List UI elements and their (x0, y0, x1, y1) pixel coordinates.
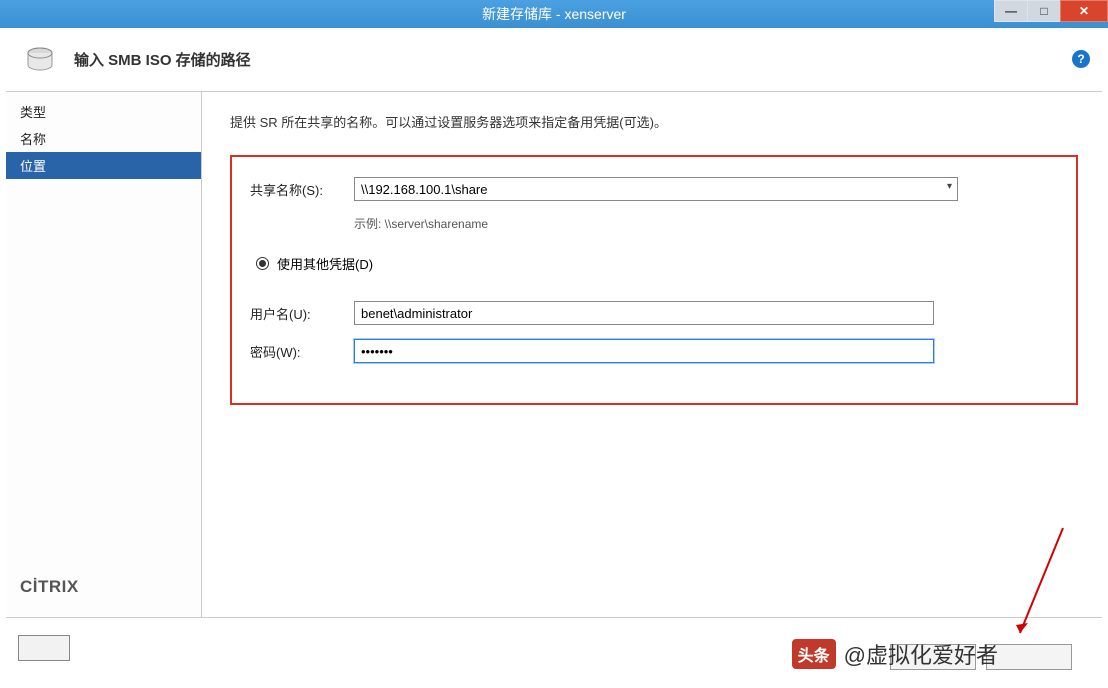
instruction-text: 提供 SR 所在共享的名称。可以通过设置服务器选项来指定备用凭据(可选)。 (230, 112, 1078, 131)
footer-button-1[interactable] (890, 644, 976, 670)
password-label: 密码(W): (250, 342, 354, 361)
username-row: 用户名(U): (250, 301, 1058, 325)
username-input[interactable] (354, 301, 934, 325)
credentials-radio[interactable]: 使用其他凭据(D) (256, 254, 1058, 273)
password-row: 密码(W): (250, 339, 1058, 363)
share-input[interactable] (354, 177, 958, 201)
main-panel: 提供 SR 所在共享的名称。可以通过设置服务器选项来指定备用凭据(可选)。 共享… (202, 92, 1102, 617)
wizard-sidebar: 类型 名称 位置 CİTRIX (6, 92, 202, 617)
window-controls: — □ ✕ (995, 0, 1108, 22)
page-title: 输入 SMB ISO 存储的路径 (74, 49, 251, 70)
wizard-header: 输入 SMB ISO 存储的路径 ? (6, 28, 1102, 92)
share-combo[interactable]: ▾ (354, 177, 958, 201)
help-icon[interactable]: ? (1072, 50, 1090, 68)
window-title: 新建存储库 - xenserver (482, 4, 626, 24)
citrix-logo: CİTRIX (20, 577, 79, 597)
radio-label: 使用其他凭据(D) (277, 254, 373, 273)
titlebar: 新建存储库 - xenserver — □ ✕ (0, 0, 1108, 28)
share-row: 共享名称(S): ▾ (250, 177, 1058, 201)
sidebar-item-location[interactable]: 位置 (6, 152, 201, 179)
config-group: 共享名称(S): ▾ 示例: \\server\sharename 使用其他凭据… (230, 155, 1078, 405)
example-text: 示例: \\server\sharename (354, 215, 1058, 232)
close-button[interactable]: ✕ (1060, 0, 1108, 22)
footer-button-2[interactable] (986, 644, 1072, 670)
username-label: 用户名(U): (250, 304, 354, 323)
radio-selected-icon (256, 257, 269, 270)
minimize-button[interactable]: — (994, 0, 1028, 22)
sidebar-item-name[interactable]: 名称 (6, 125, 201, 152)
storage-icon (24, 44, 56, 76)
footer-left-button[interactable] (18, 635, 70, 661)
sidebar-item-type[interactable]: 类型 (6, 98, 201, 125)
wizard-footer (0, 618, 1108, 678)
maximize-button[interactable]: □ (1027, 0, 1061, 22)
wizard-body: 类型 名称 位置 CİTRIX 提供 SR 所在共享的名称。可以通过设置服务器选… (6, 92, 1102, 618)
footer-right-group (890, 644, 1072, 670)
share-label: 共享名称(S): (250, 180, 354, 199)
password-input[interactable] (354, 339, 934, 363)
